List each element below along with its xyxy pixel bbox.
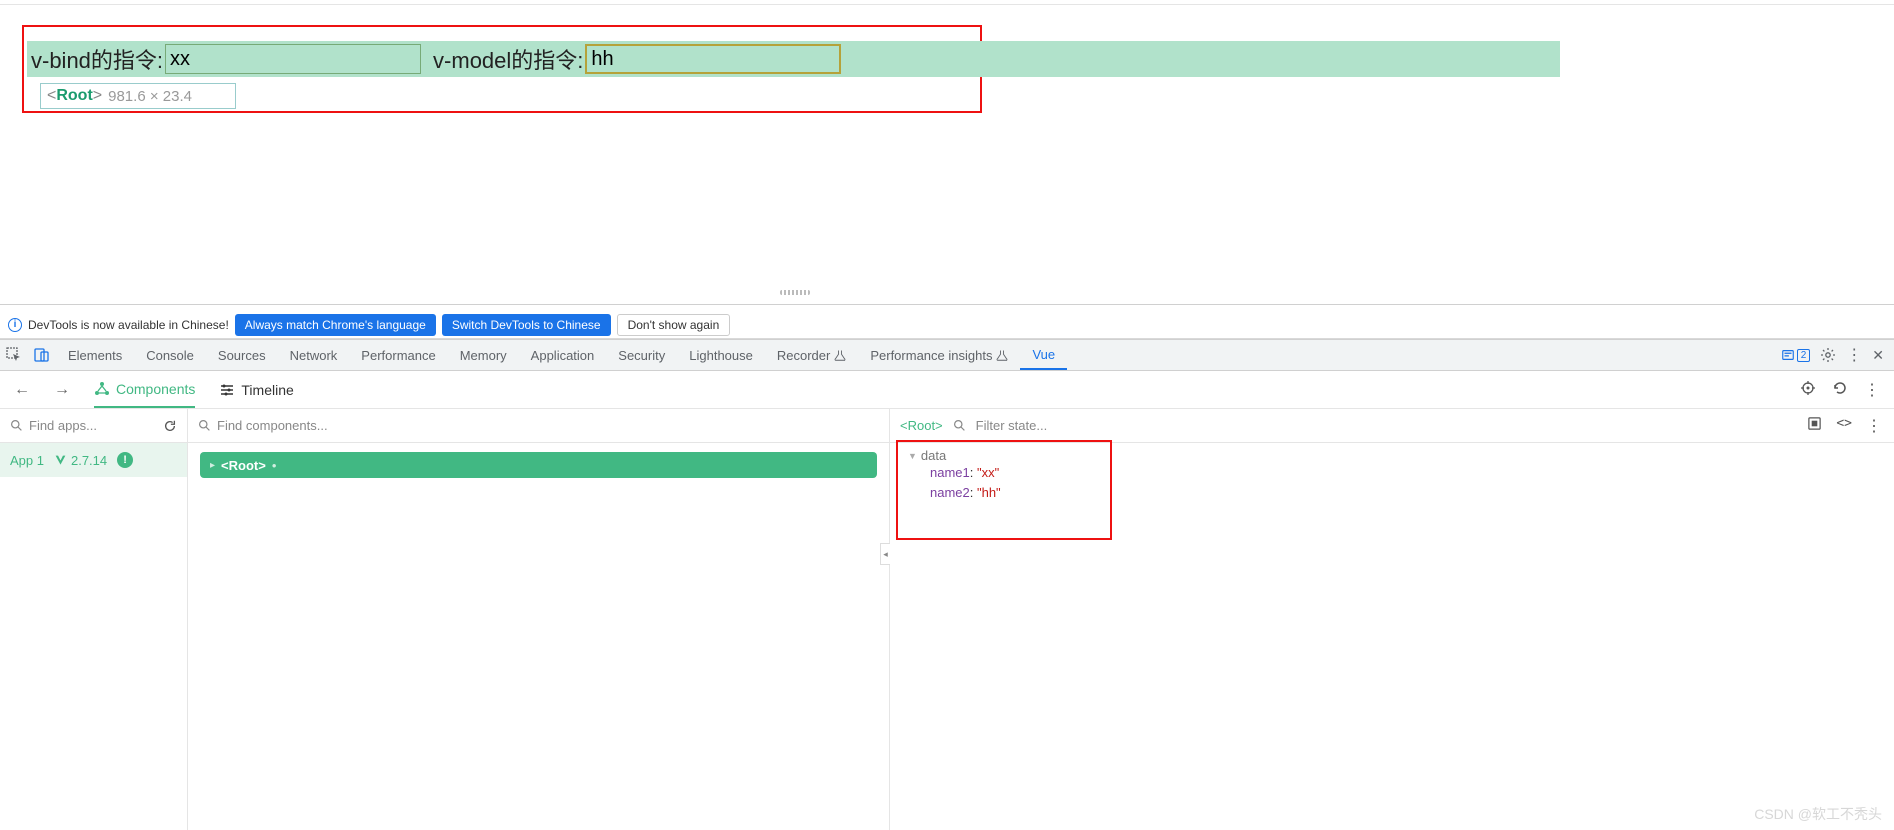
warn-badge-icon[interactable]: ! <box>117 452 133 468</box>
tree-node-root[interactable]: ▸ <Root> • <box>200 452 877 478</box>
more-icon[interactable]: ⋮ <box>1846 345 1862 365</box>
highlighted-element: v-bind的指令: v-model的指令: <box>27 41 1560 77</box>
find-apps-search[interactable]: Find apps... <box>0 409 188 442</box>
refresh-icon[interactable] <box>1832 380 1848 400</box>
always-match-button[interactable]: Always match Chrome's language <box>235 314 436 336</box>
search-icon <box>198 419 211 432</box>
top-divider <box>0 4 1894 5</box>
watermark: CSDN @软工不秃头 <box>1754 804 1882 824</box>
issues-badge[interactable]: 2 <box>1781 348 1811 362</box>
vmodel-input[interactable] <box>585 44 841 74</box>
triangle-down-icon: ▼ <box>908 451 917 461</box>
tab-application[interactable]: Application <box>519 340 607 370</box>
tab-security[interactable]: Security <box>606 340 677 370</box>
tab-network[interactable]: Network <box>278 340 350 370</box>
nav-forward-icon[interactable]: → <box>54 381 70 399</box>
language-notice-bar: i DevTools is now available in Chinese! … <box>0 311 1894 339</box>
data-section-header[interactable]: ▼ data <box>908 448 1100 463</box>
scroll-to-icon[interactable] <box>1807 416 1822 436</box>
collapse-handle-icon[interactable]: ◂ <box>880 543 890 565</box>
tab-performance[interactable]: Performance <box>349 340 447 370</box>
tree-node-label: <Root> <box>221 458 266 473</box>
inspect-dom-icon[interactable]: <> <box>1836 416 1852 436</box>
fragment-dot: • <box>272 458 277 473</box>
close-devtools-icon[interactable]: ✕ <box>1872 347 1884 364</box>
vue-logo-icon <box>54 454 67 467</box>
angle-open: < <box>47 87 56 105</box>
more-state-icon[interactable]: ⋮ <box>1866 416 1882 436</box>
app-version: 2.7.14 <box>54 453 107 468</box>
state-column: ▼ data name1: "xx" name2: "hh" <box>890 443 1894 830</box>
apps-refresh-icon[interactable] <box>163 419 177 433</box>
tab-vue[interactable]: Vue <box>1020 340 1067 370</box>
settings-icon[interactable] <box>1820 347 1836 363</box>
state-header: <Root> Filter state... <> ⋮ <box>890 409 1894 442</box>
more-vue-icon[interactable]: ⋮ <box>1864 380 1880 400</box>
vbind-label: v-bind的指令: <box>31 43 163 75</box>
apps-column: App 1 2.7.14 ! <box>0 443 188 830</box>
state-data-box: ▼ data name1: "xx" name2: "hh" <box>896 440 1112 540</box>
breadcrumb-root[interactable]: <Root> <box>900 418 943 433</box>
tab-perf-insights[interactable]: Performance insights <box>858 340 1020 370</box>
tooltip-name: Root <box>56 87 92 105</box>
tab-lighthouse[interactable]: Lighthouse <box>677 340 765 370</box>
find-components-placeholder: Find components... <box>217 418 328 433</box>
app-name: App 1 <box>10 453 44 468</box>
pane-splitter-handle[interactable] <box>780 290 810 295</box>
inspected-page-highlight: v-bind的指令: v-model的指令: <Root> 981.6 × 23… <box>22 25 982 113</box>
nav-back-icon[interactable]: ← <box>14 381 30 399</box>
inspect-tooltip: <Root> 981.6 × 23.4 <box>40 83 236 109</box>
tooltip-dims: 981.6 × 23.4 <box>108 88 192 105</box>
switch-language-button[interactable]: Switch DevTools to Chinese <box>442 314 611 336</box>
subtab-components[interactable]: Components <box>94 371 195 408</box>
find-apps-placeholder: Find apps... <box>29 418 97 433</box>
inspect-element-icon[interactable] <box>0 340 28 370</box>
tab-memory[interactable]: Memory <box>448 340 519 370</box>
vue-devtools-subtabs: ← → Components Timeline ⋮ <box>0 371 1894 409</box>
state-kv[interactable]: name2: "hh" <box>908 483 1100 503</box>
caret-icon: ▸ <box>210 460 215 471</box>
app-row[interactable]: App 1 2.7.14 ! <box>0 443 187 477</box>
tab-sources[interactable]: Sources <box>206 340 278 370</box>
info-icon: i <box>8 318 22 332</box>
tab-elements[interactable]: Elements <box>56 340 134 370</box>
filter-state-placeholder[interactable]: Filter state... <box>976 418 1048 433</box>
devtools-tabbar: Elements Console Sources Network Perform… <box>0 339 1894 371</box>
mid-divider <box>0 304 1894 305</box>
state-kv[interactable]: name1: "xx" <box>908 463 1100 483</box>
device-toolbar-icon[interactable] <box>28 340 56 370</box>
subtab-timeline[interactable]: Timeline <box>219 371 293 408</box>
tab-recorder[interactable]: Recorder <box>765 340 858 370</box>
search-row: Find apps... Find components... <Root> F… <box>0 409 1894 443</box>
search-icon <box>10 419 23 432</box>
angle-close: > <box>93 87 102 105</box>
target-icon[interactable] <box>1800 380 1816 400</box>
vbind-input[interactable] <box>165 44 421 74</box>
notice-text: DevTools is now available in Chinese! <box>28 318 229 332</box>
component-tree-column: ▸ <Root> • ◂ <box>188 443 890 830</box>
vmodel-label: v-model的指令: <box>433 43 583 75</box>
search-icon <box>953 419 966 432</box>
dont-show-button[interactable]: Don't show again <box>617 314 731 336</box>
find-components-search[interactable]: Find components... <box>188 409 890 442</box>
tab-console[interactable]: Console <box>134 340 206 370</box>
